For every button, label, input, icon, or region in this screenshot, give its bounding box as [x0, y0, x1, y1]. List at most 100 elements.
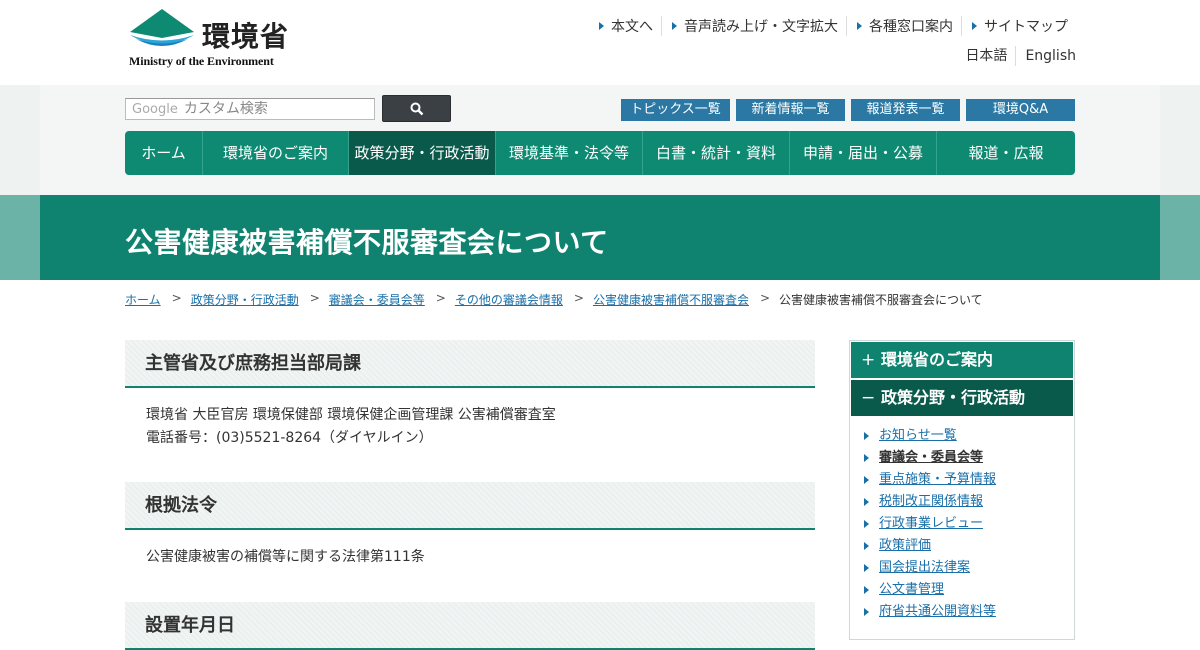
lang-link-japanese[interactable]: 日本語: [965, 46, 1017, 66]
logo-english-text: Ministry of the Environment: [129, 54, 274, 68]
site-logo[interactable]: 環境省 Ministry of the Environment: [128, 8, 298, 70]
sidebar-heading-about[interactable]: + 環境省のご案内: [850, 341, 1074, 379]
section-heading-department: 主管省及び庶務担当部局課: [125, 340, 815, 388]
breadcrumb-link-review-board[interactable]: 公害健康被害補償不服審査会: [593, 291, 749, 308]
sidebar-heading-policy[interactable]: − 政策分野・行政活動: [850, 379, 1074, 417]
breadcrumb-separator: >: [435, 291, 446, 305]
lang-link-english[interactable]: English: [1016, 46, 1076, 66]
sidebar-item: 政策評価: [864, 535, 1074, 557]
sidebar-item-news[interactable]: お知らせ一覧: [879, 425, 957, 447]
breadcrumb-link-councils[interactable]: 審議会・委員会等: [329, 291, 425, 308]
triangle-right-icon: [864, 608, 869, 616]
phone-text: 電話番号：(03)5521-8264（ダイヤルイン）: [146, 430, 433, 446]
section-heading-established-date: 設置年月日: [125, 602, 815, 650]
breadcrumb-separator: >: [171, 291, 182, 305]
nav-item-about[interactable]: 環境省のご案内: [202, 131, 348, 175]
search-nav-band: Google カスタム検索 トピックス一覧 新着情報一覧 報道発表一覧 環境Q&A…: [0, 85, 1200, 195]
triangle-right-icon: [864, 432, 869, 440]
sidebar: + 環境省のご案内 − 政策分野・行政活動 お知らせ一覧 審議会・委員会等 重点…: [849, 340, 1075, 640]
language-links: 日本語 English: [965, 46, 1076, 66]
triangle-right-icon: [864, 586, 869, 594]
sidebar-item: 行政事業レビュー: [864, 513, 1074, 535]
utility-links: 本文へ 音声読み上げ・文字拡大 各種窓口案内 サイトマップ: [589, 16, 1076, 36]
site-header: 環境省 Ministry of the Environment 本文へ 音声読み…: [0, 0, 1200, 85]
util-link-label: 各種窓口案内: [869, 19, 953, 35]
search-icon: [410, 102, 423, 115]
nav-item-applications[interactable]: 申請・届出・公募: [789, 131, 936, 175]
util-link-main-content[interactable]: 本文へ: [589, 16, 661, 36]
triangle-right-icon: [857, 22, 862, 30]
sidebar-item-records[interactable]: 公文書管理: [879, 579, 944, 601]
sidebar-item-public-docs[interactable]: 府省共通公開資料等: [879, 601, 996, 623]
nav-item-whitepaper[interactable]: 白書・統計・資料: [642, 131, 789, 175]
press-release-button[interactable]: 報道発表一覧: [851, 99, 960, 121]
sidebar-item: 府省共通公開資料等: [864, 601, 1074, 623]
util-link-sitemap[interactable]: サイトマップ: [961, 16, 1076, 36]
sidebar-item-evaluation[interactable]: 政策評価: [879, 535, 931, 557]
search-button[interactable]: [382, 95, 451, 122]
triangle-right-icon: [864, 520, 869, 528]
breadcrumb: ホーム > 政策分野・行政活動 > 審議会・委員会等 > その他の審議会情報 >…: [125, 291, 983, 308]
triangle-right-icon: [864, 476, 869, 484]
search-placeholder: カスタム検索: [183, 101, 268, 117]
sidebar-item: 重点施策・予算情報: [864, 469, 1074, 491]
new-info-button[interactable]: 新着情報一覧: [736, 99, 845, 121]
sidebar-item: 国会提出法律案: [864, 557, 1074, 579]
nav-item-policy[interactable]: 政策分野・行政活動: [348, 131, 495, 175]
nav-item-press[interactable]: 報道・広報: [936, 131, 1075, 175]
breadcrumb-link-home[interactable]: ホーム: [125, 291, 161, 308]
breadcrumb-separator: >: [573, 291, 584, 305]
plus-icon: +: [861, 350, 876, 370]
triangle-right-icon: [972, 22, 977, 30]
legal-basis-text: 公害健康被害の補償等に関する法律第111条: [146, 549, 425, 565]
util-link-contacts[interactable]: 各種窓口案内: [846, 16, 961, 36]
triangle-right-icon: [864, 454, 869, 462]
util-link-accessibility[interactable]: 音声読み上げ・文字拡大: [661, 16, 846, 36]
sidebar-heading-label: 政策分野・行政活動: [881, 388, 1026, 407]
triangle-right-icon: [599, 22, 604, 30]
top-buttons: トピックス一覧 新着情報一覧 報道発表一覧 環境Q&A: [621, 99, 1075, 121]
section-body-legal-basis: 公害健康被害の補償等に関する法律第111条: [125, 530, 815, 569]
sidebar-item-bills[interactable]: 国会提出法律案: [879, 557, 970, 579]
section-heading-legal-basis: 根拠法令: [125, 482, 815, 530]
breadcrumb-current: 公害健康被害補償不服審査会について: [779, 293, 983, 307]
breadcrumb-link-other-councils[interactable]: その他の審議会情報: [455, 291, 563, 308]
breadcrumb-link-policy[interactable]: 政策分野・行政活動: [191, 291, 299, 308]
triangle-right-icon: [672, 22, 677, 30]
topics-list-button[interactable]: トピックス一覧: [621, 99, 730, 121]
section-body-department: 環境省 大臣官房 環境保健部 環境保健企画管理課 公害補償審査室 電話番号：(0…: [125, 388, 815, 450]
logo-japanese-text: 環境省: [202, 20, 290, 53]
sidebar-item: 税制改正関係情報: [864, 491, 1074, 513]
util-link-label: 音声読み上げ・文字拡大: [684, 19, 838, 35]
page-title: 公害健康被害補償不服審査会について: [125, 226, 609, 259]
department-text: 環境省 大臣官房 環境保健部 環境保健企画管理課 公害補償審査室: [146, 407, 556, 423]
search-input[interactable]: Google カスタム検索: [125, 98, 375, 120]
sidebar-item-tax[interactable]: 税制改正関係情報: [879, 491, 983, 513]
sidebar-item-budget[interactable]: 重点施策・予算情報: [879, 469, 996, 491]
sidebar-item: 審議会・委員会等: [864, 447, 1074, 469]
sidebar-heading-label: 環境省のご案内: [881, 350, 994, 369]
google-watermark: Google: [132, 102, 178, 117]
breadcrumb-separator: >: [309, 291, 320, 305]
title-band: 公害健康被害補償不服審査会について: [0, 195, 1200, 280]
global-nav: ホーム 環境省のご案内 政策分野・行政活動 環境基準・法令等 白書・統計・資料 …: [125, 131, 1075, 175]
nav-item-standards[interactable]: 環境基準・法令等: [495, 131, 642, 175]
qa-button[interactable]: 環境Q&A: [966, 99, 1075, 121]
triangle-right-icon: [864, 498, 869, 506]
sidebar-item: お知らせ一覧: [864, 425, 1074, 447]
util-link-label: サイトマップ: [984, 19, 1068, 35]
sidebar-item: 公文書管理: [864, 579, 1074, 601]
logo-mark-icon: [130, 9, 194, 46]
triangle-right-icon: [864, 564, 869, 572]
nav-item-home[interactable]: ホーム: [125, 131, 202, 175]
main-content: 主管省及び庶務担当部局課 環境省 大臣官房 環境保健部 環境保健企画管理課 公害…: [125, 340, 815, 650]
sidebar-item-review[interactable]: 行政事業レビュー: [879, 513, 983, 535]
minus-icon: −: [861, 388, 876, 408]
breadcrumb-separator: >: [759, 291, 771, 305]
sidebar-list: お知らせ一覧 審議会・委員会等 重点施策・予算情報 税制改正関係情報 行政事業レ…: [850, 417, 1074, 623]
triangle-right-icon: [864, 542, 869, 550]
sidebar-item-councils[interactable]: 審議会・委員会等: [879, 447, 983, 469]
util-link-label: 本文へ: [611, 19, 653, 35]
